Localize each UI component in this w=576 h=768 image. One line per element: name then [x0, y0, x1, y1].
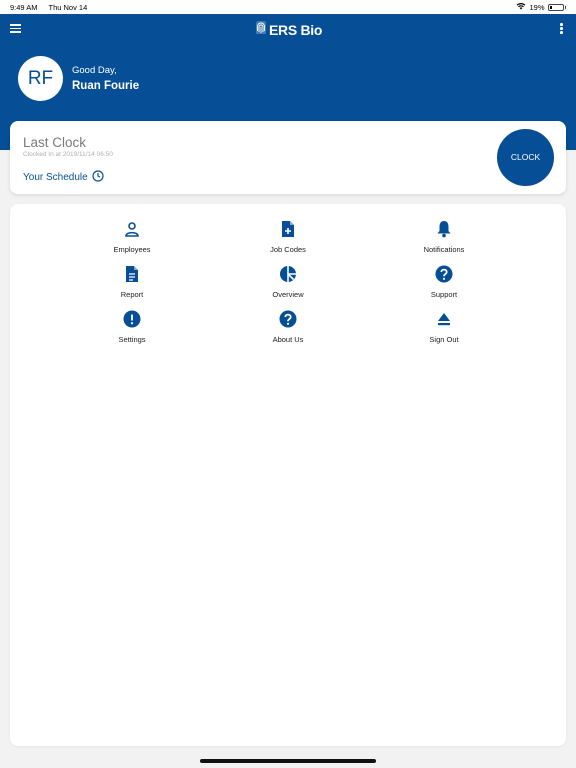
menu-item-label: Employees	[113, 245, 151, 254]
document-plus-icon	[281, 220, 295, 243]
more-options-icon[interactable]	[560, 23, 564, 36]
help-circle-icon	[435, 265, 453, 288]
menu-item-label: Support	[430, 290, 458, 299]
your-schedule-link[interactable]: Your Schedule	[23, 170, 104, 185]
status-bar: 9:49 AM Thu Nov 14 19%	[0, 0, 576, 14]
status-date: Thu Nov 14	[48, 3, 88, 12]
eject-icon	[436, 311, 452, 332]
bell-icon	[436, 220, 452, 243]
menu-item-settings[interactable]: Settings	[82, 310, 182, 344]
document-icon	[125, 265, 139, 288]
app-logo: ERS Bio	[255, 20, 322, 40]
top-bar: ERS Bio	[0, 14, 576, 44]
menu-item-label: Settings	[118, 335, 146, 344]
question-circle-icon	[279, 310, 297, 333]
user-name: Ruan Fourie	[72, 80, 140, 92]
battery-icon	[547, 3, 564, 11]
menu-item-about-us[interactable]: About Us	[238, 310, 338, 344]
pie-chart-icon	[279, 265, 297, 288]
menu-item-report[interactable]: Report	[82, 265, 182, 299]
menu-item-label: Job Codes	[270, 245, 306, 254]
menu-item-overview[interactable]: Overview	[238, 265, 338, 299]
app-title: ERS Bio	[269, 22, 323, 38]
status-time: 9:49 AM	[10, 3, 38, 12]
greeting-text: Good Day,	[72, 65, 117, 76]
last-clock-title: Last Clock	[23, 135, 87, 150]
home-indicator[interactable]	[200, 759, 376, 763]
alert-circle-icon	[123, 310, 141, 333]
menu-item-job-codes[interactable]: Job Codes	[238, 220, 338, 254]
avatar: RF	[18, 56, 63, 101]
wifi-icon	[516, 2, 526, 12]
clock-icon	[92, 170, 104, 185]
menu-item-sign-out[interactable]: Sign Out	[394, 311, 494, 344]
menu-item-label: Report	[120, 290, 144, 299]
hamburger-menu-icon[interactable]	[10, 22, 24, 36]
menu-item-support[interactable]: Support	[394, 265, 494, 299]
menu-item-employees[interactable]: Employees	[82, 221, 182, 254]
menu-grid: Employees Job Codes Notifications Report…	[10, 204, 566, 746]
menu-item-label: About Us	[272, 335, 304, 344]
fingerprint-icon	[255, 20, 267, 40]
menu-item-label: Notifications	[423, 245, 465, 254]
menu-item-label: Sign Out	[429, 335, 459, 344]
last-clock-subtitle: Clocked In at 2019/11/14 06:50	[23, 151, 113, 158]
person-icon	[124, 221, 140, 242]
last-clock-card: Last Clock Clocked In at 2019/11/14 06:5…	[10, 121, 566, 194]
menu-item-label: Overview	[272, 290, 304, 299]
menu-item-notifications[interactable]: Notifications	[394, 220, 494, 254]
battery-percent: 19%	[529, 2, 545, 12]
schedule-label: Your Schedule	[23, 172, 88, 183]
clock-button[interactable]: CLOCK	[497, 129, 554, 186]
battery-cap	[564, 5, 566, 9]
